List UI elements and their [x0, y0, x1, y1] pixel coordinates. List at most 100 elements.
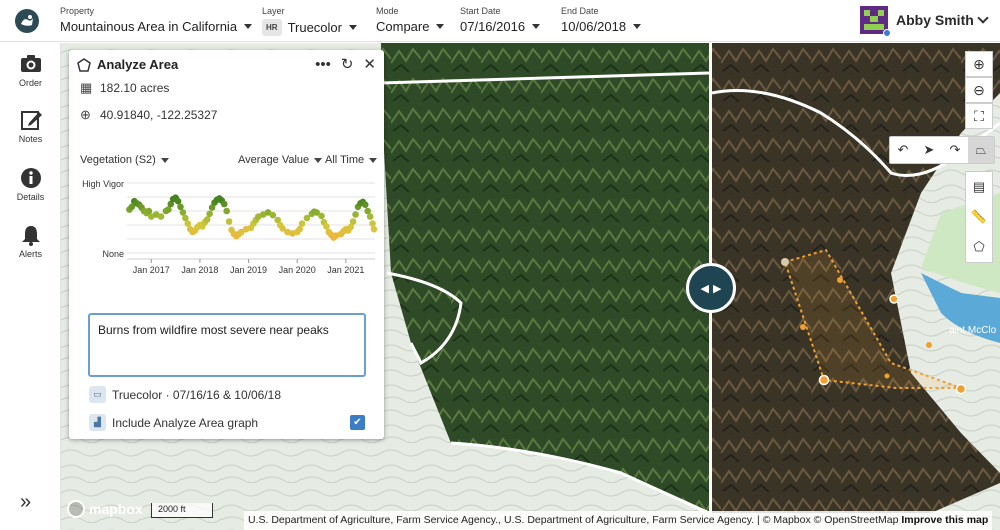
map-layers-button[interactable]: ▤: [966, 172, 992, 202]
calculator-icon: ▦: [80, 80, 93, 95]
map-attribution: U.S. Department of Agriculture, Farm Ser…: [244, 511, 993, 530]
app-logo[interactable]: [15, 9, 39, 33]
scale-bar: 2000 ft: [151, 503, 213, 518]
y-label-bottom: None: [102, 249, 124, 259]
caret-down-icon: [532, 24, 541, 29]
sidebar-item-label: Alerts: [18, 249, 42, 259]
end-date-label: End Date: [561, 6, 599, 16]
camera-icon: [19, 53, 43, 75]
avatar: [860, 6, 891, 37]
user-menu[interactable]: Abby Smith: [860, 6, 989, 37]
layer-value: Truecolor: [287, 20, 342, 35]
chevron-down-icon: [977, 12, 989, 24]
close-icon[interactable]: ✕: [363, 55, 376, 73]
bell-icon: [19, 224, 43, 246]
area-value: 182.10 acres: [100, 81, 170, 95]
caret-down-icon: [349, 25, 357, 30]
property-value: Mountainous Area in California: [60, 19, 238, 34]
data-point: [366, 213, 374, 220]
status-dot: [883, 29, 891, 37]
start-date-selector[interactable]: Start Date 07/16/2016: [460, 6, 541, 34]
zoom-in-button[interactable]: ⊕: [965, 51, 993, 77]
y-label-top: High Vigor: [82, 179, 124, 189]
expand-sidebar-icon[interactable]: »: [20, 491, 31, 514]
select-pointer-button[interactable]: ➤: [916, 137, 942, 163]
vegetation-chart: High Vigor None Jan 2017 Jan 2018 Jan 2019…: [82, 179, 378, 275]
sidebar-item-label: Notes: [18, 134, 43, 144]
caret-down-icon: [633, 24, 642, 29]
measure-ruler-button[interactable]: 📏: [966, 202, 992, 232]
sidebar-item-order[interactable]: Order: [0, 53, 61, 88]
data-point: [206, 210, 213, 218]
data-point: [352, 211, 359, 218]
mapbox-icon: [67, 500, 85, 518]
undo-button[interactable]: ↶: [890, 137, 916, 163]
improve-map-link[interactable]: Improve this map: [901, 514, 988, 526]
range-dropdown[interactable]: All Time: [325, 154, 378, 166]
layer-selector[interactable]: Layer HR Truecolor: [262, 6, 357, 36]
data-point: [223, 207, 230, 215]
sidebar-item-label: Details: [16, 192, 45, 202]
map-tools: ▤ 📏 ⬠: [965, 171, 993, 263]
note-textarea[interactable]: Burns from wildfire most severe near pea…: [88, 313, 366, 377]
coords-row: ⊕ 40.91840, -122.25327: [80, 107, 217, 123]
data-point: [361, 201, 369, 208]
info-icon: [19, 167, 43, 189]
property-label: Property: [60, 6, 95, 16]
sidebar-item-alerts[interactable]: Alerts: [0, 224, 61, 259]
panel-title: Analyze Area: [97, 57, 179, 72]
sidebar-item-label: Order: [18, 78, 42, 88]
arrow-right-icon: ▶: [713, 282, 722, 295]
sidebar: Order Notes Details Alerts »: [0, 43, 61, 530]
redo-button[interactable]: ↷: [942, 137, 968, 163]
data-point: [349, 218, 357, 225]
data-point: [225, 218, 233, 225]
swipe-handle[interactable]: ◀ ▶: [686, 263, 736, 313]
caret-down-icon: [314, 157, 323, 163]
area-row: ▦ 182.10 acres: [80, 80, 169, 96]
polygon-tool-button[interactable]: ⏢: [968, 137, 994, 163]
caret-down-icon: [369, 157, 378, 163]
fit-bounds-button[interactable]: ⛶: [965, 103, 993, 129]
layer-label: Layer: [262, 6, 285, 16]
draw-toolbar: ↶ ➤ ↷ ⏢: [889, 136, 995, 164]
data-point: [157, 213, 165, 220]
x-tick-label: Jan 2018: [181, 265, 218, 275]
data-point: [220, 200, 228, 208]
start-date-label: Start Date: [460, 6, 501, 16]
refresh-icon[interactable]: ↻: [341, 55, 354, 73]
x-tick-label: Jan 2017: [133, 265, 170, 275]
caret-down-icon: [436, 24, 445, 29]
hr-badge: HR: [262, 19, 282, 36]
x-tick-label: Jan 2020: [279, 265, 316, 275]
layer-info-row: ▭ Truecolor · 07/16/16 & 10/06/18: [89, 386, 281, 403]
data-point: [369, 220, 376, 227]
include-graph-row: ▟ Include Analyze Area graph: [89, 414, 258, 431]
data-point: [318, 212, 325, 220]
x-tick-label: Jan 2021: [327, 265, 364, 275]
polygon-icon: [77, 57, 91, 72]
end-date-selector[interactable]: End Date 10/06/2018: [561, 6, 642, 34]
stat-dropdown[interactable]: Average Value: [238, 154, 323, 166]
index-dropdown[interactable]: Vegetation (S2): [80, 154, 169, 166]
attribution-text: U.S. Department of Agriculture, Farm Ser…: [248, 514, 899, 526]
crosshair-icon: ⊕: [80, 107, 91, 122]
range-dropdown-label: All Time: [325, 154, 365, 166]
user-name: Abby Smith: [896, 12, 974, 28]
mode-selector[interactable]: Mode Compare: [376, 6, 445, 34]
data-point: [269, 211, 277, 219]
chart-icon: ▟: [89, 414, 106, 431]
zoom-out-button[interactable]: ⊖: [965, 77, 993, 103]
top-bar: Property Mountainous Area in California …: [0, 0, 1000, 42]
more-options-icon[interactable]: •••: [315, 56, 331, 73]
draw-shape-button[interactable]: ⬠: [966, 232, 992, 262]
sidebar-item-notes[interactable]: Notes: [0, 109, 61, 144]
zoom-controls: ⊕ ⊖ ⛶: [965, 51, 993, 129]
sidebar-item-details[interactable]: Details: [0, 167, 61, 202]
coords-value: 40.91840, -122.25327: [100, 108, 218, 122]
property-selector[interactable]: Property Mountainous Area in California: [60, 6, 253, 34]
data-point: [298, 220, 306, 227]
mapbox-logo[interactable]: mapbox: [67, 500, 143, 518]
include-graph-checkbox[interactable]: ✔: [350, 415, 365, 430]
data-point: [370, 225, 378, 233]
